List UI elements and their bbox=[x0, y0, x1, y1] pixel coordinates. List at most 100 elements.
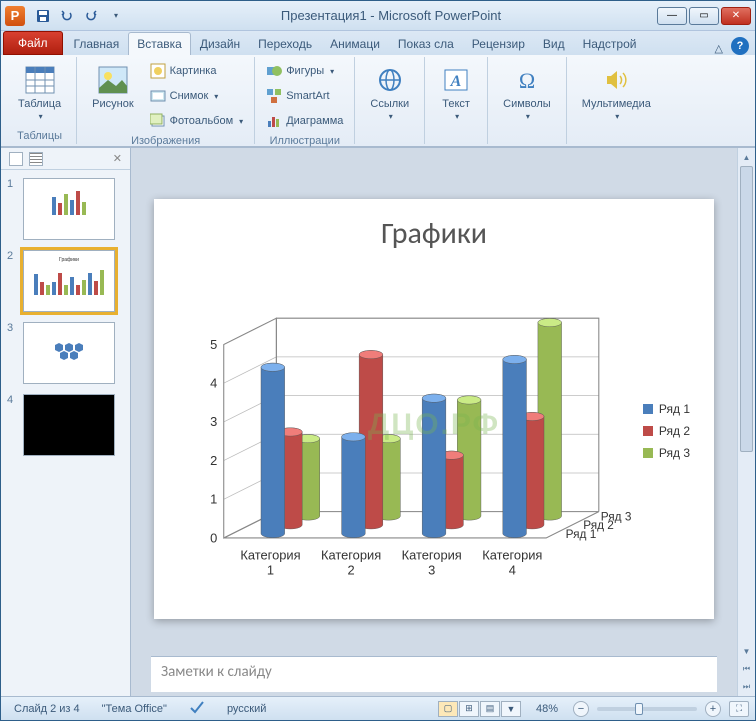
svg-text:Категория: Категория bbox=[321, 547, 381, 562]
file-tab[interactable]: Файл bbox=[3, 31, 63, 55]
app-icon: P bbox=[5, 6, 25, 26]
thumbnail-1[interactable]: 1 bbox=[7, 178, 124, 240]
group-media-label bbox=[573, 140, 660, 142]
table-button[interactable]: Таблица▾ bbox=[9, 59, 70, 128]
tab-design[interactable]: Дизайн bbox=[191, 32, 249, 55]
svg-text:1: 1 bbox=[267, 563, 274, 578]
minimize-ribbon-icon[interactable]: △ bbox=[715, 42, 723, 55]
group-text: A Текст▾ bbox=[425, 57, 488, 144]
slides-tab-icon[interactable] bbox=[9, 152, 23, 166]
svg-text:Категория: Категория bbox=[482, 547, 542, 562]
ribbon: Таблица▾ Таблицы Рисунок Картинка Снимок… bbox=[1, 55, 755, 147]
photoalbum-icon bbox=[150, 113, 166, 129]
photoalbum-button[interactable]: Фотоальбом▾ bbox=[145, 109, 249, 133]
zoom-slider[interactable] bbox=[597, 707, 697, 711]
normal-view-button[interactable]: ▢ bbox=[438, 701, 458, 717]
qat-customize[interactable]: ▾ bbox=[105, 6, 125, 26]
svg-text:5: 5 bbox=[210, 337, 217, 352]
tab-home[interactable]: Главная bbox=[65, 32, 129, 55]
slide-canvas[interactable]: Графики ДЦО.РФ 012345Категория1Категория… bbox=[131, 148, 737, 656]
omega-icon: Ω bbox=[511, 64, 543, 96]
tab-view[interactable]: Вид bbox=[534, 32, 574, 55]
group-images: Рисунок Картинка Снимок▾ Фотоальбом▾ Изо… bbox=[77, 57, 255, 144]
hyperlink-icon bbox=[374, 64, 406, 96]
scroll-down-icon[interactable]: ▼ bbox=[738, 642, 755, 660]
group-text-label bbox=[431, 140, 481, 142]
group-tables: Таблица▾ Таблицы bbox=[3, 57, 77, 144]
thumbnail-2[interactable]: 2 Графики bbox=[7, 250, 124, 312]
thumbnail-3[interactable]: 3 bbox=[7, 322, 124, 384]
scroll-up-icon[interactable]: ▲ bbox=[738, 148, 755, 166]
group-symbols: Ω Символы▾ bbox=[488, 57, 567, 144]
chart[interactable]: ДЦО.РФ 012345Категория1Категория2Категор… bbox=[170, 258, 698, 603]
slide-title[interactable]: Графики bbox=[170, 215, 698, 252]
tab-animations[interactable]: Анимаци bbox=[321, 32, 389, 55]
tab-review[interactable]: Рецензир bbox=[463, 32, 534, 55]
next-slide-icon[interactable]: ⏭ bbox=[738, 678, 755, 696]
scroll-thumb[interactable] bbox=[740, 166, 753, 452]
svg-text:4: 4 bbox=[509, 563, 516, 578]
text-button[interactable]: A Текст▾ bbox=[431, 59, 481, 128]
prev-slide-icon[interactable]: ⏮ bbox=[738, 660, 755, 678]
links-label: Ссылки bbox=[370, 98, 409, 110]
legend-item-1: Ряд 1 bbox=[643, 402, 690, 416]
thumbnail-4[interactable]: 4 bbox=[7, 394, 124, 456]
zoom-level[interactable]: 48% bbox=[529, 700, 565, 718]
notes-pane[interactable]: Заметки к слайду bbox=[151, 656, 717, 692]
picture-button[interactable]: Рисунок bbox=[83, 59, 143, 115]
slide[interactable]: Графики ДЦО.РФ 012345Категория1Категория… bbox=[154, 199, 714, 619]
chart-legend: Ряд 1 Ряд 2 Ряд 3 bbox=[643, 258, 698, 603]
sorter-view-button[interactable]: ⊞ bbox=[459, 701, 479, 717]
chart-button[interactable]: Диаграмма bbox=[261, 109, 348, 133]
zoom-in-button[interactable]: + bbox=[705, 701, 721, 717]
help-button[interactable]: ? bbox=[731, 37, 749, 55]
spellcheck-icon[interactable] bbox=[182, 697, 212, 720]
tab-slideshow[interactable]: Показ сла bbox=[389, 32, 463, 55]
chart-icon bbox=[266, 113, 282, 129]
zoom-out-button[interactable]: − bbox=[573, 701, 589, 717]
thumb-num-2: 2 bbox=[7, 250, 17, 312]
table-label: Таблица bbox=[18, 98, 61, 110]
save-button[interactable] bbox=[33, 6, 53, 26]
picture-label: Рисунок bbox=[92, 98, 134, 110]
maximize-button[interactable]: ▭ bbox=[689, 7, 719, 25]
links-button[interactable]: Ссылки▾ bbox=[361, 59, 418, 128]
legend-swatch-1 bbox=[643, 404, 653, 414]
fit-to-window-button[interactable]: ⛶ bbox=[729, 701, 749, 717]
shapes-button[interactable]: Фигуры▾ bbox=[261, 59, 348, 83]
slide-counter: Слайд 2 из 4 bbox=[7, 700, 87, 718]
scroll-track[interactable] bbox=[738, 166, 755, 642]
quick-access-toolbar: ▾ bbox=[33, 6, 125, 26]
tab-transitions[interactable]: Переходь bbox=[249, 32, 321, 55]
svg-text:2: 2 bbox=[348, 563, 355, 578]
redo-button[interactable] bbox=[81, 6, 101, 26]
window-controls: — ▭ ✕ bbox=[657, 7, 751, 25]
screenshot-button[interactable]: Снимок▾ bbox=[145, 84, 249, 108]
thumb-preview-4 bbox=[23, 394, 115, 456]
thumb-num-1: 1 bbox=[7, 178, 17, 240]
slide-area: Графики ДЦО.РФ 012345Категория1Категория… bbox=[131, 148, 737, 696]
tab-addins[interactable]: Надстрой bbox=[574, 32, 646, 55]
minimize-button[interactable]: — bbox=[657, 7, 687, 25]
svg-text:3: 3 bbox=[210, 414, 217, 429]
shapes-label: Фигуры bbox=[286, 65, 324, 77]
zoom-slider-thumb[interactable] bbox=[635, 703, 643, 715]
media-button[interactable]: Мультимедиа▾ bbox=[573, 59, 660, 128]
outline-tab-icon[interactable] bbox=[29, 152, 43, 166]
close-panel-icon[interactable]: ✕ bbox=[113, 152, 122, 165]
symbols-label: Символы bbox=[503, 98, 551, 110]
group-symbols-label bbox=[494, 140, 560, 142]
photoalbum-label: Фотоальбом bbox=[170, 115, 234, 127]
reading-view-button[interactable]: ▤ bbox=[480, 701, 500, 717]
language-indicator[interactable]: русский bbox=[220, 700, 273, 718]
undo-button[interactable] bbox=[57, 6, 77, 26]
vertical-scrollbar[interactable]: ▲ ▼ ⏮ ⏭ bbox=[737, 148, 755, 696]
smartart-button[interactable]: SmartArt bbox=[261, 84, 348, 108]
clipart-button[interactable]: Картинка bbox=[145, 59, 249, 83]
close-button[interactable]: ✕ bbox=[721, 7, 751, 25]
symbols-button[interactable]: Ω Символы▾ bbox=[494, 59, 560, 128]
svg-text:4: 4 bbox=[210, 376, 217, 391]
clipart-label: Картинка bbox=[170, 65, 217, 77]
slideshow-view-button[interactable]: ▼ bbox=[501, 701, 521, 717]
tab-insert[interactable]: Вставка bbox=[128, 32, 191, 55]
